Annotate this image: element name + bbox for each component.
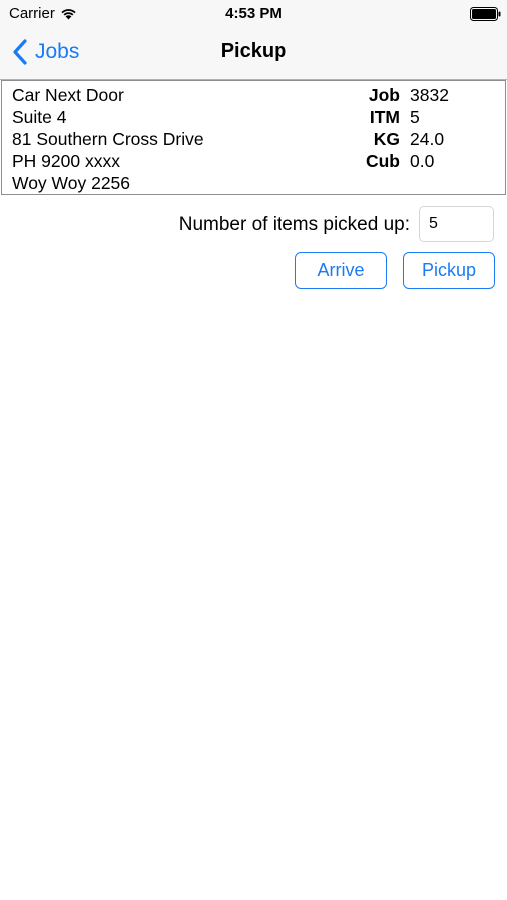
navigation-bar: Jobs Pickup [0, 28, 507, 80]
stat-label-job: Job [368, 85, 400, 105]
job-details-card: Car Next Door Suite 4 81 Southern Cross … [1, 80, 506, 195]
stat-row-job: Job 3832 [342, 84, 449, 106]
address-line-street: 81 Southern Cross Drive [12, 129, 204, 149]
stat-value-job: 3832 [410, 85, 449, 105]
battery-full-icon [470, 7, 501, 21]
address-line-suite: Suite 4 [12, 107, 67, 127]
address-line-suburb: Woy Woy 2256 [12, 173, 131, 193]
address-line-phone: PH 9200 xxxx [12, 151, 120, 171]
top-bar: Carrier 4:53 PM Jobs Pickup [0, 0, 507, 80]
pickup-count-label: Number of items picked up: [178, 214, 410, 235]
stat-label-cubic: Cub [365, 151, 400, 171]
pickup-screen: Carrier 4:53 PM Jobs Pickup Car Next Doo… [0, 0, 507, 900]
status-time: 4:53 PM [225, 5, 282, 22]
pickup-count-row: Number of items picked up: [0, 206, 507, 242]
address-block: Car Next Door Suite 4 81 Southern Cross … [12, 84, 204, 194]
stat-label-weight: KG [373, 129, 400, 149]
stat-value-weight: 24.0 [410, 129, 445, 149]
arrive-button[interactable]: Arrive [295, 252, 387, 289]
page-title: Pickup [220, 40, 287, 62]
stat-row-cubic: Cub 0.0 [342, 150, 449, 172]
pickup-count-input[interactable] [419, 206, 494, 242]
address-line-name: Car Next Door [12, 85, 124, 105]
pickup-button[interactable]: Pickup [403, 252, 495, 289]
stat-value-items: 5 [410, 107, 420, 127]
stat-row-weight: KG 24.0 [342, 128, 449, 150]
status-bar: Carrier 4:53 PM [0, 0, 507, 28]
stat-row-items: ITM 5 [342, 106, 449, 128]
stat-value-cubic: 0.0 [410, 151, 435, 171]
job-stats: Job 3832 ITM 5 KG 24.0 Cub 0.0 [342, 84, 449, 172]
stat-label-items: ITM [369, 107, 400, 127]
